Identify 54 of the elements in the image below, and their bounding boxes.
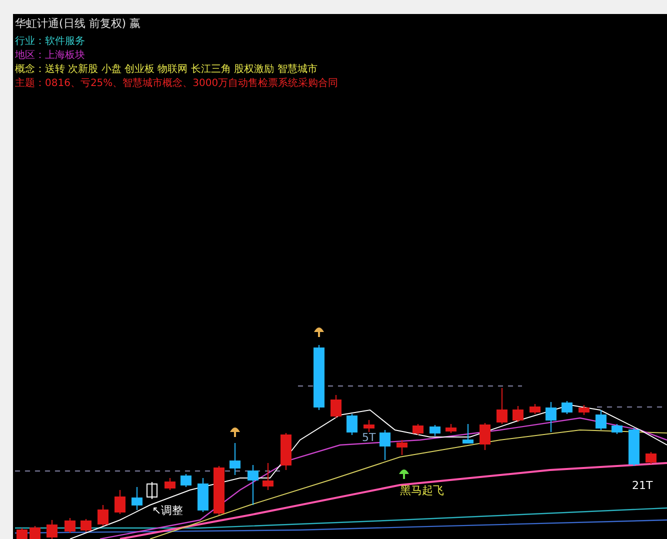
info-label: 地区：	[15, 50, 45, 61]
candlestick	[480, 422, 490, 450]
mushroom-icon	[399, 470, 409, 479]
candlestick	[346, 414, 358, 436]
candlestick	[214, 466, 224, 516]
candlestick	[46, 520, 58, 539]
info-label: 主题：	[15, 78, 45, 89]
candlestick	[596, 410, 606, 430]
candlestick	[380, 430, 390, 460]
candlestick	[30, 526, 40, 539]
candlestick	[462, 424, 474, 444]
info-value: 0816、亏25%、智慧城市概念、3000万自动售检票系统采购合同	[45, 78, 338, 89]
candlestick	[314, 344, 324, 410]
info-value: 软件服务	[45, 36, 85, 47]
candlestick	[80, 518, 92, 532]
candlestick	[446, 424, 456, 434]
candlestick	[546, 402, 556, 432]
count-label: 5T	[362, 431, 376, 444]
chart-title: 华虹计通(日线 前复权) 嬴	[14, 16, 142, 31]
candlestick	[146, 482, 158, 500]
info-label: 行业：	[15, 36, 45, 47]
candlestick	[64, 518, 76, 534]
candlestick	[646, 452, 656, 464]
candlestick	[562, 400, 572, 414]
candlestick	[132, 486, 142, 510]
mushroom-icon	[230, 428, 240, 437]
candlestick	[412, 424, 424, 436]
candlestick	[180, 474, 192, 488]
candlestick	[512, 406, 524, 422]
candlestick	[198, 478, 208, 512]
candlestick	[578, 404, 590, 416]
info-value: 上海板块	[45, 50, 85, 61]
count-label: 21T	[632, 479, 653, 492]
candlestick	[430, 424, 440, 436]
candlestick	[628, 428, 640, 466]
candlestick	[114, 490, 126, 514]
info-value: 送转 次新股 小盘 创业板 物联网 长江三角 股权激励 智慧城市	[45, 64, 318, 75]
candlestick	[16, 528, 28, 539]
candlestick	[164, 478, 176, 490]
candlestick	[530, 404, 540, 414]
candlestick	[280, 432, 292, 470]
candlestick	[396, 440, 408, 456]
info-label: 概念：	[15, 64, 45, 75]
candlestick	[496, 388, 508, 424]
candlestick	[98, 504, 108, 526]
candlestick	[330, 394, 342, 418]
candlestick	[364, 420, 374, 432]
candlestick	[612, 424, 622, 434]
mushroom-icon	[314, 328, 324, 337]
signal-label: 黑马起飞	[400, 484, 444, 497]
candlestick	[248, 464, 258, 506]
candlestick	[262, 462, 274, 490]
candlestick	[230, 442, 240, 476]
annotation-label: ↖调整	[152, 504, 184, 517]
